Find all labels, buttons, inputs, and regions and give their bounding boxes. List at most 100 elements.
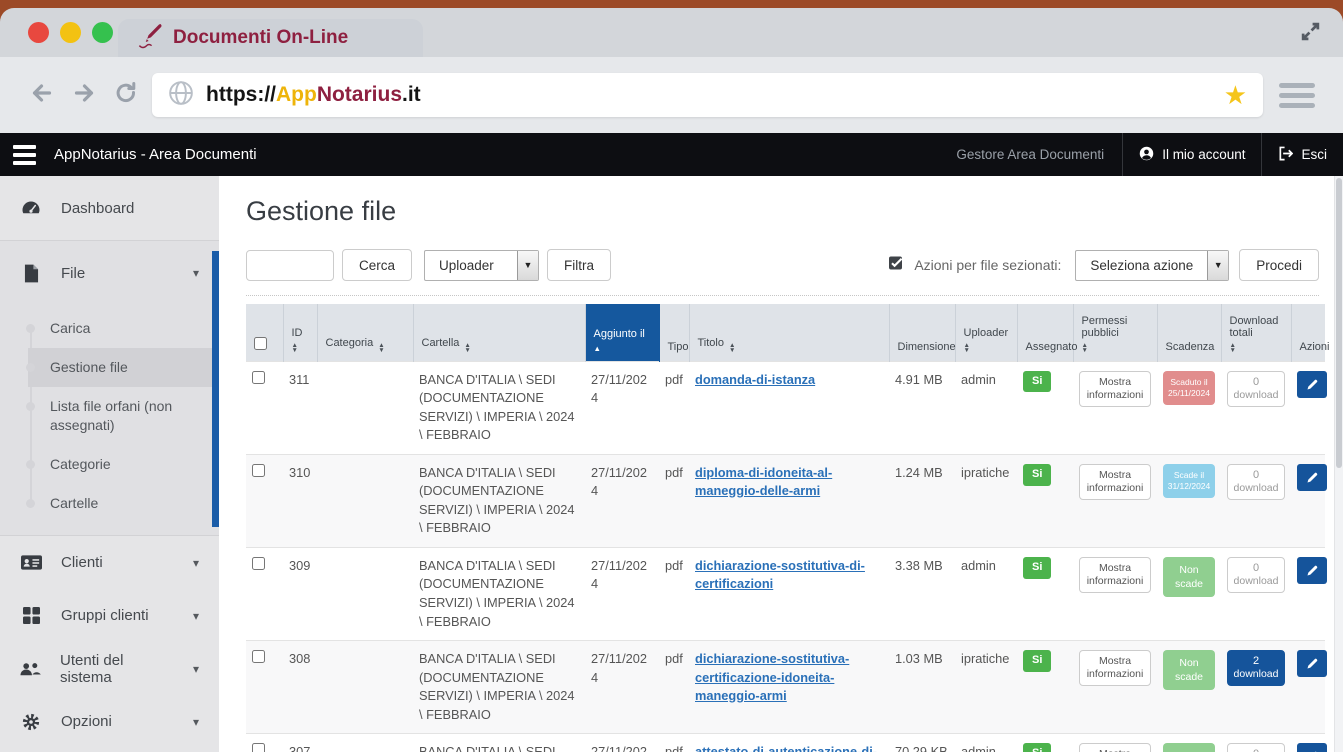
browser-tab[interactable]: Documenti On-Line xyxy=(118,19,423,57)
show-info-button[interactable]: Mostra informazioni xyxy=(1079,371,1151,407)
cell-cartella: BANCA D'ITALIA \ SEDI (DOCUMENTAZIONE SE… xyxy=(413,641,585,734)
sidebar-item-utenti-sistema[interactable]: Utenti del sistema ▾ xyxy=(0,642,219,695)
sidebar-item-file[interactable]: File ▾ xyxy=(0,241,219,305)
file-link[interactable]: dichiarazione-sostitutiva-di-certificazi… xyxy=(695,558,865,592)
sidebar-item-gestione-file[interactable]: Gestione file xyxy=(28,348,219,387)
edit-button[interactable] xyxy=(1297,650,1327,677)
logout-icon xyxy=(1278,146,1293,164)
sidebar-item-clienti[interactable]: Clienti ▾ xyxy=(0,536,219,589)
cell-tipo: pdf xyxy=(659,547,689,640)
edit-button[interactable] xyxy=(1297,464,1327,491)
search-input[interactable] xyxy=(246,250,334,281)
expand-icon[interactable] xyxy=(1300,21,1321,47)
account-menu[interactable]: Il mio account xyxy=(1122,133,1261,176)
reload-button[interactable] xyxy=(114,81,138,110)
browser-menu-icon[interactable] xyxy=(1279,83,1315,108)
close-window-button[interactable] xyxy=(28,22,49,43)
sidebar-item-carica[interactable]: Carica xyxy=(28,309,219,348)
edit-button[interactable] xyxy=(1297,743,1327,752)
bulk-actions-label: Azioni per file sezionati: xyxy=(914,257,1061,273)
select-all-checkbox[interactable] xyxy=(254,337,267,350)
sidebar-item-dashboard[interactable]: Dashboard xyxy=(0,176,219,240)
table-header-row: ID▲▼Categoria▲▼Cartella▲▼Aggiunto il▲Tip… xyxy=(246,304,1325,361)
filter-button[interactable]: Filtra xyxy=(547,249,611,281)
back-button[interactable] xyxy=(28,81,55,110)
logout-button[interactable]: Esci xyxy=(1261,133,1343,176)
show-info-button[interactable]: Mostra informazioni xyxy=(1079,743,1151,752)
show-info-button[interactable]: Mostra informazioni xyxy=(1079,464,1151,500)
cell-dimensione: 70.29 KB xyxy=(889,734,955,752)
search-button[interactable]: Cerca xyxy=(342,249,412,281)
forward-button[interactable] xyxy=(71,81,98,110)
col-header-permessi[interactable]: Permessi pubblici▲▼ xyxy=(1073,304,1157,361)
cell-permessi: Mostra informazioni xyxy=(1073,454,1157,547)
file-link[interactable]: diploma-di-idoneita-al-maneggio-delle-ar… xyxy=(695,465,832,499)
file-link[interactable]: attestato-di-autenticazione-di-fotografi… xyxy=(695,744,877,752)
row-checkbox[interactable] xyxy=(252,557,265,570)
sidebar-item-opzioni[interactable]: Opzioni ▾ xyxy=(0,695,219,748)
cell-assegnato: Si xyxy=(1017,641,1073,734)
bulk-action-select[interactable]: Seleziona azione ▼ xyxy=(1075,250,1229,281)
row-checkbox[interactable] xyxy=(252,650,265,663)
download-count-button[interactable]: 0download xyxy=(1227,743,1285,752)
col-header-titolo[interactable]: Titolo▲▼ xyxy=(689,304,889,361)
app-title: AppNotarius - Area Documenti xyxy=(54,146,257,163)
sidebar-toggle-icon[interactable] xyxy=(13,145,36,165)
col-header-aggiunto[interactable]: Aggiunto il▲ xyxy=(585,304,659,361)
row-checkbox[interactable] xyxy=(252,464,265,477)
file-link[interactable]: domanda-di-istanza xyxy=(695,372,815,387)
file-table: ID▲▼Categoria▲▼Cartella▲▼Aggiunto il▲Tip… xyxy=(246,304,1325,752)
file-row: 309BANCA D'ITALIA \ SEDI (DOCUMENTAZIONE… xyxy=(246,547,1325,640)
cell-cartella: BANCA D'ITALIA \ SEDI (DOCUMENTAZIONE SE… xyxy=(413,361,585,454)
edit-button[interactable] xyxy=(1297,557,1327,584)
url-bar[interactable]: https://AppNotarius.it ★ xyxy=(152,73,1263,117)
proceed-button[interactable]: Procedi xyxy=(1239,249,1319,281)
tab-title: Documenti On-Line xyxy=(173,27,348,49)
expiry-badge: Nonscade xyxy=(1163,650,1215,690)
download-count-button[interactable]: 0download xyxy=(1227,371,1285,407)
cell-scadenza: Nonscade xyxy=(1157,547,1221,640)
file-row: 310BANCA D'ITALIA \ SEDI (DOCUMENTAZIONE… xyxy=(246,454,1325,547)
sidebar-item-lista-file-orfani[interactable]: Lista file orfani (non assegnati) xyxy=(28,387,219,445)
edit-button[interactable] xyxy=(1297,371,1327,398)
cell-aggiunto: 27/11/2024 xyxy=(585,454,659,547)
sort-icon: ▲▼ xyxy=(964,343,1009,354)
col-header-categoria[interactable]: Categoria▲▼ xyxy=(317,304,413,361)
download-count-button[interactable]: 0download xyxy=(1227,557,1285,593)
cell-uploader: admin xyxy=(955,734,1017,752)
account-label: Il mio account xyxy=(1162,147,1245,162)
col-header-cartella[interactable]: Cartella▲▼ xyxy=(413,304,585,361)
row-checkbox[interactable] xyxy=(252,371,265,384)
bookmark-star-icon[interactable]: ★ xyxy=(1224,82,1247,108)
download-count-button[interactable]: 2download xyxy=(1227,650,1285,686)
file-link[interactable]: dichiarazione-sostitutiva-certificazione… xyxy=(695,651,849,703)
show-info-button[interactable]: Mostra informazioni xyxy=(1079,650,1151,686)
scrollbar-thumb[interactable] xyxy=(1336,178,1342,468)
select-all-header xyxy=(246,304,283,361)
cell-uploader: ipratiche xyxy=(955,641,1017,734)
download-count-button[interactable]: 0download xyxy=(1227,464,1285,500)
uploader-select[interactable]: Uploader ▼ xyxy=(424,250,539,281)
col-header-uploader[interactable]: Uploader▲▼ xyxy=(955,304,1017,361)
minimize-window-button[interactable] xyxy=(60,22,81,43)
file-icon xyxy=(20,264,42,283)
cell-download: 2download xyxy=(1221,641,1291,734)
sidebar-item-gruppi-clienti[interactable]: Gruppi clienti ▾ xyxy=(0,589,219,642)
cell-id: 310 xyxy=(283,454,317,547)
row-select-cell xyxy=(246,547,283,640)
sidebar-item-categorie[interactable]: Categorie xyxy=(28,445,219,484)
sort-icon: ▲▼ xyxy=(292,343,309,354)
col-header-download[interactable]: Download totali▲▼ xyxy=(1221,304,1291,361)
maximize-window-button[interactable] xyxy=(92,22,113,43)
caret-down-icon: ▾ xyxy=(193,715,199,729)
col-header-id[interactable]: ID▲▼ xyxy=(283,304,317,361)
sidebar-item-cartelle[interactable]: Cartelle xyxy=(28,484,219,523)
cell-azioni xyxy=(1291,734,1325,752)
row-select-cell xyxy=(246,361,283,454)
scrollbar[interactable] xyxy=(1334,176,1343,752)
caret-down-icon: ▼ xyxy=(1207,251,1228,280)
assigned-badge: Si xyxy=(1023,743,1051,752)
row-checkbox[interactable] xyxy=(252,743,265,752)
show-info-button[interactable]: Mostra informazioni xyxy=(1079,557,1151,593)
cell-azioni xyxy=(1291,361,1325,454)
